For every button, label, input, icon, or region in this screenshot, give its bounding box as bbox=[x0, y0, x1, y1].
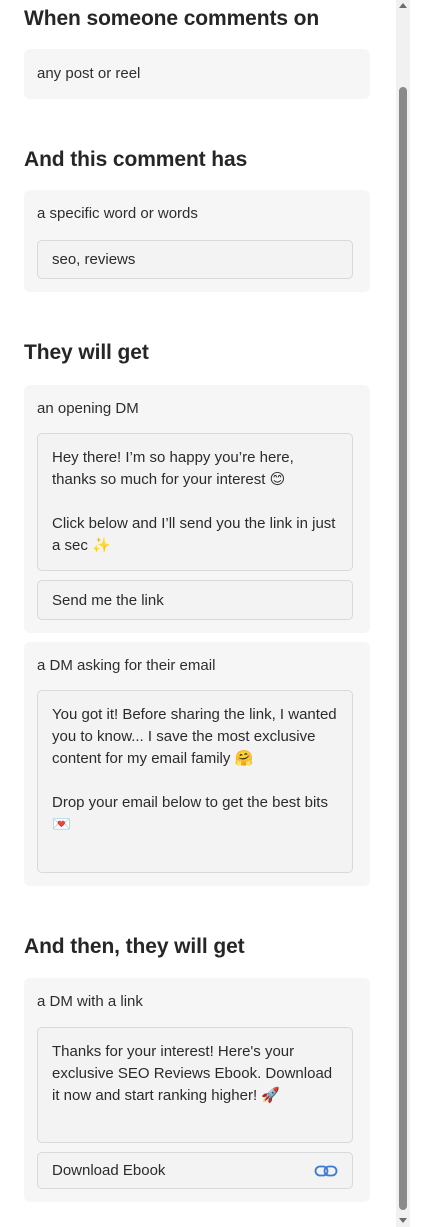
condition-card[interactable]: a specific word or words seo, reviews bbox=[24, 190, 370, 292]
automation-panel: When someone comments on any post or ree… bbox=[0, 0, 430, 1227]
trigger-heading: When someone comments on bbox=[24, 7, 320, 30]
opening-dm-message: Hey there! I’m so happy you’re here, tha… bbox=[52, 449, 336, 554]
scroll-thumb[interactable] bbox=[399, 87, 407, 1210]
email-dm-card[interactable]: a DM asking for their email You got it! … bbox=[24, 642, 370, 886]
opening-dm-label: an opening DM bbox=[37, 400, 139, 417]
right-margin bbox=[410, 0, 430, 1227]
trigger-value: any post or reel bbox=[37, 65, 141, 82]
link-dm-message-box[interactable]: Thanks for your interest! Here's your ex… bbox=[37, 1027, 353, 1143]
condition-label: a specific word or words bbox=[37, 205, 198, 222]
link-dm-label: a DM with a link bbox=[37, 993, 143, 1010]
keywords-input[interactable]: seo, reviews bbox=[37, 240, 353, 279]
send-link-button-label: Send me the link bbox=[52, 592, 164, 609]
keywords-value: seo, reviews bbox=[52, 251, 136, 268]
download-ebook-button[interactable]: Download Ebook bbox=[37, 1152, 353, 1189]
response-heading: They will get bbox=[24, 341, 149, 364]
send-link-button[interactable]: Send me the link bbox=[37, 580, 353, 620]
email-dm-label: a DM asking for their email bbox=[37, 657, 216, 674]
condition-heading: And this comment has bbox=[24, 148, 248, 171]
opening-dm-card[interactable]: an opening DM Hey there! I’m so happy yo… bbox=[24, 385, 370, 633]
link-icon bbox=[314, 1165, 338, 1177]
trigger-card[interactable]: any post or reel bbox=[24, 49, 370, 99]
scroll-up-arrow-icon[interactable] bbox=[396, 0, 410, 14]
link-dm-card[interactable]: a DM with a link Thanks for your interes… bbox=[24, 978, 370, 1202]
link-dm-message: Thanks for your interest! Here's your ex… bbox=[52, 1043, 333, 1104]
scroll-down-arrow-icon[interactable] bbox=[396, 1213, 410, 1227]
opening-dm-message-box[interactable]: Hey there! I’m so happy you’re here, tha… bbox=[37, 433, 353, 571]
download-ebook-button-label: Download Ebook bbox=[52, 1162, 166, 1179]
email-dm-message-box[interactable]: You got it! Before sharing the link, I w… bbox=[37, 690, 353, 873]
email-dm-message: You got it! Before sharing the link, I w… bbox=[52, 706, 337, 833]
scrollbar[interactable] bbox=[396, 0, 410, 1227]
followup-heading: And then, they will get bbox=[24, 935, 245, 958]
